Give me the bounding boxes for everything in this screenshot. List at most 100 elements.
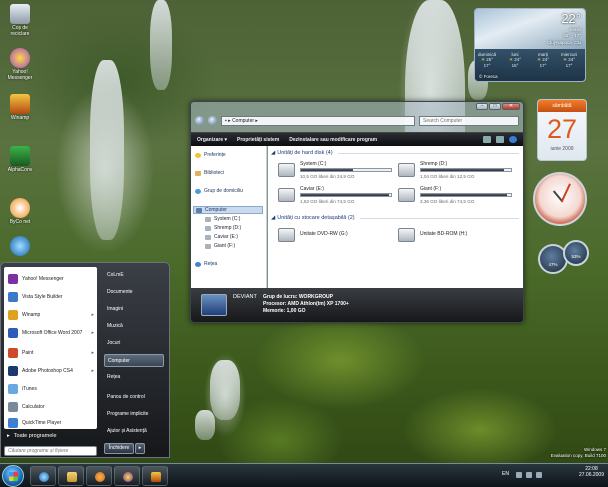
all-programs-button[interactable]: ▸ Toate programele — [7, 433, 57, 439]
start-program-item[interactable]: Vista Style Builder — [8, 292, 94, 302]
taskbar-ie[interactable] — [30, 466, 56, 486]
nav-drive[interactable]: Giant (F:) — [205, 243, 235, 249]
drive-tile[interactable]: Caviar (E:) 1,53 GO liberi din 74,5 GO — [278, 186, 396, 208]
desktop-icon-label: Yahoo! Messenger — [7, 69, 33, 81]
flag-icon[interactable] — [516, 472, 522, 478]
start-right-item[interactable]: Computer — [104, 354, 164, 367]
network-tray-icon[interactable] — [526, 472, 532, 478]
volume-icon[interactable] — [536, 472, 542, 478]
taskbar-explorer[interactable] — [58, 466, 84, 486]
start-right-item[interactable]: Muzică — [104, 320, 164, 333]
sun-icon: ☀ — [562, 57, 567, 62]
program-icon — [8, 292, 18, 302]
drive-name: Caviar (E:) — [300, 186, 324, 192]
program-icon — [8, 366, 18, 376]
help-icon[interactable] — [509, 136, 517, 143]
start-program-item[interactable]: iTunes — [8, 384, 94, 394]
start-right-item[interactable]: Ajutor și Asistență — [104, 425, 164, 438]
views-icon[interactable] — [483, 136, 491, 143]
nav-homegroup[interactable]: Grup de domiciliu — [195, 188, 243, 194]
taskbar-media-player[interactable] — [86, 466, 112, 486]
nav-network[interactable]: Rețea — [195, 261, 217, 267]
start-right-item[interactable]: Imagini — [104, 303, 164, 316]
hard-drive-icon — [398, 163, 415, 177]
taskbar-yahoo[interactable] — [114, 466, 140, 486]
start-right-item[interactable]: Documente — [104, 286, 164, 299]
submenu-arrow-icon: ▸ — [91, 350, 94, 356]
start-button[interactable] — [2, 465, 24, 487]
start-search-input[interactable]: Căutare programe și fișiere — [4, 446, 97, 456]
optical-drive-tile[interactable]: Unitate DVD-RW (G:) — [278, 226, 396, 248]
program-icon — [8, 274, 18, 284]
removable-group-header[interactable]: ◢ Unități cu stocare detașabilă (2) — [271, 215, 519, 221]
start-program-item[interactable]: Calculator — [8, 402, 94, 412]
language-indicator[interactable]: EN — [502, 471, 509, 477]
start-right-item[interactable]: CoLmE — [104, 269, 164, 282]
start-program-item[interactable]: Yahoo! Messenger — [8, 274, 94, 284]
desktop-icon-recycle-bin[interactable]: Coș de reciclare — [2, 4, 38, 37]
back-button[interactable]: ‹ — [195, 116, 204, 125]
nav-drive[interactable]: Caviar (E:) — [205, 234, 238, 240]
start-program-item[interactable]: Microsoft Office Word 2007 ▸ — [8, 328, 94, 338]
program-icon — [8, 310, 18, 320]
weather-gadget[interactable]: 22° Senin 25° - 17° Cluj-Napoca, Clu dum… — [474, 8, 586, 82]
drive-tile[interactable]: Shremp (D:) 1,04 GO liberi din 12,5 GO — [398, 161, 516, 183]
byconet-icon — [10, 198, 30, 218]
taskbar-winamp[interactable] — [142, 466, 168, 486]
alphaconv-icon — [10, 146, 30, 166]
drive-tile[interactable]: Giant (F:) 3,36 GO liberi din 74,5 GO — [398, 186, 516, 208]
computer-icon — [201, 294, 227, 316]
nav-libraries[interactable]: Biblioteci — [195, 170, 224, 176]
start-program-item[interactable]: Paint ▸ — [8, 348, 94, 358]
explorer-window[interactable]: – □ ✕ ‹ › ▪ ▸ Computer ▸ Search Computer… — [190, 101, 524, 323]
forward-button[interactable]: › — [208, 116, 217, 125]
program-icon — [8, 418, 18, 428]
calendar-gadget[interactable]: sâmbătă 27 iunie 2009 — [537, 99, 587, 161]
start-right-item[interactable]: Rețea — [104, 371, 164, 384]
nav-drive[interactable]: System (C:) — [205, 216, 240, 222]
search-input[interactable]: Search Computer — [419, 115, 519, 126]
maximize-button[interactable]: □ — [489, 103, 501, 110]
start-program-item[interactable]: Winamp ▸ — [8, 310, 94, 320]
optical-drive-tile[interactable]: Unitate BD-ROM (H:) — [398, 226, 516, 248]
hard-disks-group-header[interactable]: ◢ Unități de hard disk (4) — [271, 150, 519, 156]
shutdown-options-button[interactable]: ▸ — [135, 443, 145, 454]
submenu-arrow-icon: ▸ — [91, 312, 94, 318]
start-program-item[interactable]: QuickTime Player — [8, 418, 94, 428]
preview-pane-icon[interactable] — [496, 136, 504, 143]
details-pane: DEVIANT Grup de lucru: WORKGROUP Proceso… — [191, 288, 523, 322]
drive-tile[interactable]: System (C:) 10,5 GO liberi din 24,9 GO — [278, 161, 396, 183]
close-button[interactable]: ✕ — [502, 103, 520, 110]
drive-usage-fill — [421, 194, 507, 196]
clock-gadget[interactable] — [533, 172, 587, 226]
memory-info: Memorie: 1,00 GO — [263, 308, 306, 314]
hard-drive-icon — [278, 188, 295, 202]
network-icon — [195, 261, 201, 267]
uninstall-program-button[interactable]: Dezinstalare sau modificare program — [289, 137, 377, 143]
memory-meter-gadget[interactable]: 53% — [563, 240, 589, 266]
desktop-icon-winamp[interactable]: Winamp — [2, 94, 38, 121]
start-right-item[interactable]: Programe implicite — [104, 408, 164, 421]
forecast-day: luni ☀ 24° 16° — [508, 52, 522, 68]
start-right-item[interactable]: Panou de control — [104, 391, 164, 404]
desktop-icon-alphaconv[interactable]: AlphaConv — [2, 146, 38, 173]
minimize-button[interactable]: – — [476, 103, 488, 110]
desktop-icon-byconet[interactable]: ByCo net — [2, 198, 38, 225]
address-text: Computer — [232, 117, 255, 124]
globe-icon — [10, 236, 30, 256]
taskbar: EN 22:08 27.06.2009 — [0, 463, 608, 487]
tray-clock[interactable]: 22:08 27.06.2009 — [579, 466, 604, 478]
nav-drive[interactable]: Shremp (D:) — [205, 225, 241, 231]
desktop-icon-network[interactable] — [2, 236, 38, 257]
shutdown-button[interactable]: Închidere — [104, 443, 134, 454]
nav-computer[interactable]: Computer — [193, 206, 263, 214]
cpu-meter-value: 47% — [548, 262, 558, 267]
start-right-item[interactable]: Jocuri — [104, 337, 164, 350]
start-program-item[interactable]: Adobe Photoshop CS4 ▸ — [8, 366, 94, 376]
address-bar[interactable]: ▪ ▸ Computer ▸ — [221, 115, 415, 126]
nav-favorites[interactable]: Preferințe — [195, 152, 226, 158]
program-icon — [8, 384, 18, 394]
desktop-icon-yahoo-messenger[interactable]: Yahoo! Messenger — [2, 48, 38, 81]
system-properties-button[interactable]: Proprietăți sistem — [237, 137, 279, 143]
organize-button[interactable]: Organizare ▾ — [197, 137, 227, 143]
